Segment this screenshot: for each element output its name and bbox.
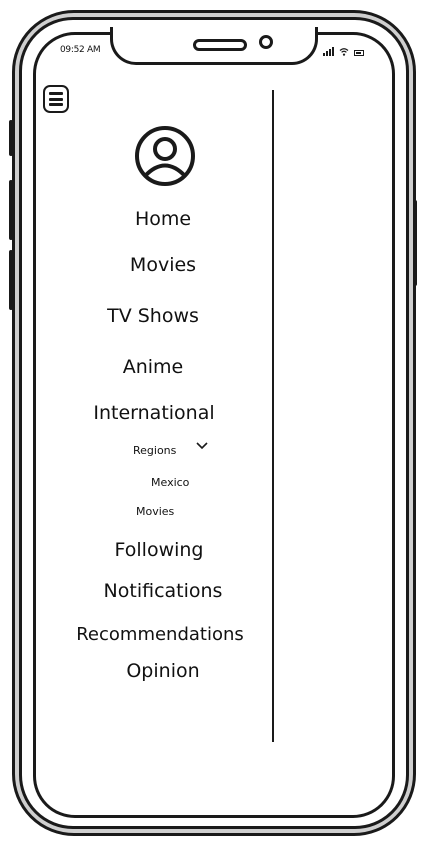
battery-icon [354,50,364,56]
phone-side-button [9,180,13,240]
phone-side-button [413,200,417,286]
phone-screen [33,32,395,818]
speaker [193,39,247,51]
phone-side-button [9,250,13,310]
menu-item-anime[interactable]: Anime [123,356,184,378]
menu-item-mexico[interactable]: Mexico [151,476,189,490]
menu-item-mexico-movies[interactable]: Movies [136,505,174,519]
drawer-divider [272,90,274,742]
hamburger-menu-icon[interactable] [43,85,69,113]
menu-item-opinion[interactable]: Opinion [126,660,199,682]
menu-item-recommendations[interactable]: Recommendations [76,624,244,646]
menu-item-following[interactable]: Following [115,539,204,561]
user-avatar-icon[interactable] [134,125,196,187]
menu-item-home[interactable]: Home [135,208,191,230]
status-time: 09:52 AM [60,45,101,55]
front-camera [259,35,273,49]
phone-side-button [9,120,13,156]
menu-item-regions[interactable]: Regions [133,444,176,458]
menu-item-movies[interactable]: Movies [130,254,196,276]
signal-icon [323,46,334,56]
chevron-down-icon[interactable] [196,442,208,450]
menu-item-international[interactable]: International [93,402,214,424]
wifi-icon [339,48,349,56]
menu-item-tv-shows[interactable]: TV Shows [107,305,199,327]
menu-item-notifications[interactable]: Notifications [104,580,223,602]
status-icons [323,44,364,56]
